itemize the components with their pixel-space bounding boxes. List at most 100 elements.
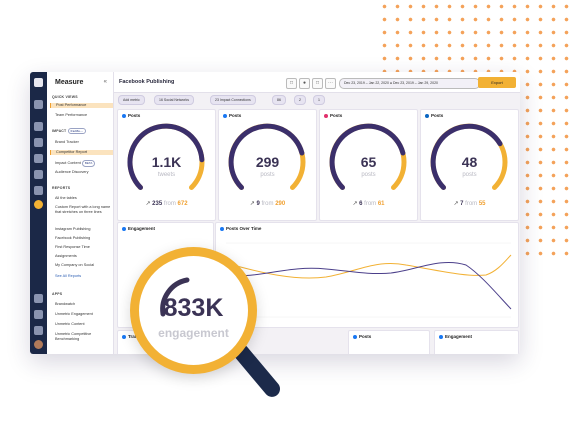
see-all-reports-link[interactable]: See All Reports bbox=[55, 274, 111, 279]
copy-icon[interactable]: □ bbox=[286, 78, 297, 89]
sidebar-item-impact-content[interactable]: Impact Content BETA bbox=[55, 160, 111, 167]
trend-up-icon: ↗ bbox=[145, 201, 151, 207]
posts-delta: 235 bbox=[152, 201, 163, 207]
reports-heading: REPORTS bbox=[52, 186, 71, 190]
tag-filter[interactable]: 86 bbox=[272, 95, 286, 105]
list-icon[interactable] bbox=[34, 186, 43, 195]
posts-bottom-card: Posts bbox=[348, 330, 430, 354]
campaign-filter[interactable]: 2 bbox=[294, 95, 306, 105]
engagement-card-title: Engagement bbox=[128, 226, 156, 231]
measure-icon[interactable] bbox=[34, 200, 43, 209]
from-word: from bbox=[465, 201, 478, 207]
posts-unit: posts bbox=[260, 172, 275, 178]
posts-delta: 6 bbox=[359, 201, 363, 207]
posts-value: 65 bbox=[360, 154, 377, 170]
sidebar-item-assignments[interactable]: Assignments bbox=[55, 254, 111, 259]
posts-delta: 9 bbox=[256, 201, 260, 207]
posts-previous: 672 bbox=[177, 201, 188, 207]
grid-icon[interactable] bbox=[34, 122, 43, 131]
double-chevron-left-icon[interactable]: « bbox=[104, 79, 107, 85]
sidebar: Measure « QUICK VIEWS Post Performance T… bbox=[47, 72, 114, 354]
add-metric-button[interactable]: Add metric bbox=[118, 95, 145, 105]
from-word: from bbox=[261, 201, 274, 207]
sidebar-item-competitor-report[interactable]: Competitor Report bbox=[50, 150, 113, 155]
trend-up-icon: ↗ bbox=[453, 201, 459, 207]
facebook-icon bbox=[439, 334, 443, 339]
impact-content-label: Impact Content bbox=[55, 161, 81, 165]
facebook-icon bbox=[122, 226, 126, 231]
sidebar-item-instagram-publishing[interactable]: Instagram Publishing bbox=[55, 227, 111, 232]
sidebar-item-unmetric-content[interactable]: Unmetric Content bbox=[55, 322, 111, 327]
posts-previous: 290 bbox=[275, 201, 286, 207]
date-range-picker[interactable]: Dec 23, 2019 – Jan 22, 2020 ● Dec 23, 20… bbox=[339, 78, 480, 89]
trend-up-icon: ↗ bbox=[249, 201, 255, 207]
magnifier-label: engagement bbox=[158, 326, 229, 340]
posts-unit: tweets bbox=[157, 172, 176, 178]
sidebar-item-first-response-time[interactable]: First Response Time bbox=[55, 245, 111, 250]
export-button[interactable]: Export bbox=[478, 77, 516, 88]
posts-comparison: ↗ 6 from 61 bbox=[320, 200, 417, 207]
impact-heading: IMPACT Califo... bbox=[52, 128, 87, 134]
sidebar-item-unmetric-benchmarking[interactable]: Unmetric Competitive Benchmarking bbox=[55, 332, 111, 341]
posts-unit: posts bbox=[361, 172, 376, 178]
inbox-icon[interactable] bbox=[34, 154, 43, 163]
posts-delta: 7 bbox=[460, 201, 464, 207]
posts-card-2: Posts 299 posts ↗ 9 from 290 bbox=[218, 109, 317, 221]
filter-bar: Add metric 16 Social Networks 23 Impact … bbox=[114, 93, 520, 105]
sidebar-item-post-performance[interactable]: Post Performance bbox=[50, 103, 113, 108]
sidebar-item-facebook-publishing[interactable]: Facebook Publishing bbox=[55, 236, 111, 241]
posts-card-1: Posts 1.1K tweets ↗ 235 from 672 bbox=[117, 109, 216, 221]
impact-label: IMPACT bbox=[52, 129, 67, 133]
more-icon[interactable]: ⋯ bbox=[325, 78, 336, 89]
sidebar-title: Measure bbox=[55, 79, 84, 86]
posts-previous: 61 bbox=[377, 201, 385, 207]
trend-up-icon: ↗ bbox=[352, 201, 358, 207]
impact-connections-filter[interactable]: 23 Impact Connections bbox=[210, 95, 256, 105]
from-word: from bbox=[364, 201, 377, 207]
facebook-icon bbox=[353, 334, 357, 339]
sidebar-item-all-tables[interactable]: All the tables bbox=[55, 196, 111, 201]
sidebar-item-custom-report[interactable]: Custom Report with a long name that stre… bbox=[55, 205, 111, 214]
apps-icon[interactable] bbox=[34, 294, 43, 303]
calendar-icon[interactable] bbox=[34, 170, 43, 179]
sidebar-item-audience-discovery[interactable]: Audience Discovery bbox=[55, 170, 111, 175]
facebook-icon bbox=[220, 226, 224, 231]
facebook-icon bbox=[122, 334, 126, 339]
app-window: Measure « QUICK VIEWS Post Performance T… bbox=[30, 72, 520, 354]
profile-filter[interactable]: 1 bbox=[313, 95, 325, 105]
share-icon[interactable]: ● bbox=[299, 78, 310, 89]
sidebar-item-team-performance[interactable]: Team Performance bbox=[55, 113, 111, 118]
sidebar-item-my-company[interactable]: My Company on Social bbox=[55, 263, 111, 268]
engagement-bottom-title: Engagement bbox=[445, 334, 473, 339]
posts-card-4: Posts 48 posts ↗ 7 from 55 bbox=[420, 109, 519, 221]
engagement-bottom-card: Engagement bbox=[434, 330, 519, 354]
send-icon[interactable] bbox=[34, 138, 43, 147]
posts-comparison: ↗ 9 from 290 bbox=[219, 200, 316, 207]
posts-value: 299 bbox=[255, 154, 280, 170]
compose-icon[interactable] bbox=[34, 100, 43, 109]
quick-views-heading: QUICK VIEWS bbox=[52, 95, 78, 99]
posts-unit: posts bbox=[462, 172, 477, 178]
icon-rail bbox=[30, 72, 47, 354]
posts-card-3: Posts 65 posts ↗ 6 from 61 bbox=[319, 109, 418, 221]
social-networks-filter[interactable]: 16 Social Networks bbox=[154, 95, 194, 105]
impact-selector[interactable]: Califo... bbox=[67, 128, 87, 134]
bookmark-icon[interactable]: □ bbox=[312, 78, 323, 89]
posts-comparison: ↗ 7 from 55 bbox=[421, 200, 518, 207]
posts-over-time-title: Posts Over Time bbox=[226, 226, 262, 231]
posts-value: 1.1K bbox=[151, 154, 182, 170]
avatar[interactable] bbox=[34, 340, 43, 349]
posts-comparison: ↗ 235 from 672 bbox=[118, 200, 215, 207]
sidebar-item-brandwatch[interactable]: Brandwatch bbox=[55, 302, 111, 307]
posts-over-time-chart bbox=[225, 242, 512, 318]
sidebar-item-brand-tracker[interactable]: Brand Tracker bbox=[55, 140, 111, 145]
sidebar-item-unmetric-engagement[interactable]: Unmetric Engagement bbox=[55, 312, 111, 317]
posts-over-time-card: Posts Over Time bbox=[215, 222, 519, 328]
series-line-purple bbox=[225, 261, 512, 310]
posts-previous: 55 bbox=[478, 201, 486, 207]
help-icon[interactable] bbox=[34, 326, 43, 335]
top-bar: Facebook Publishing □ ● □ ⋯ Dec 23, 2019… bbox=[114, 72, 520, 93]
magnifier-lens: 833K engagement bbox=[130, 247, 257, 374]
magnifier-value: 833K bbox=[163, 294, 224, 322]
bell-icon[interactable] bbox=[34, 310, 43, 319]
